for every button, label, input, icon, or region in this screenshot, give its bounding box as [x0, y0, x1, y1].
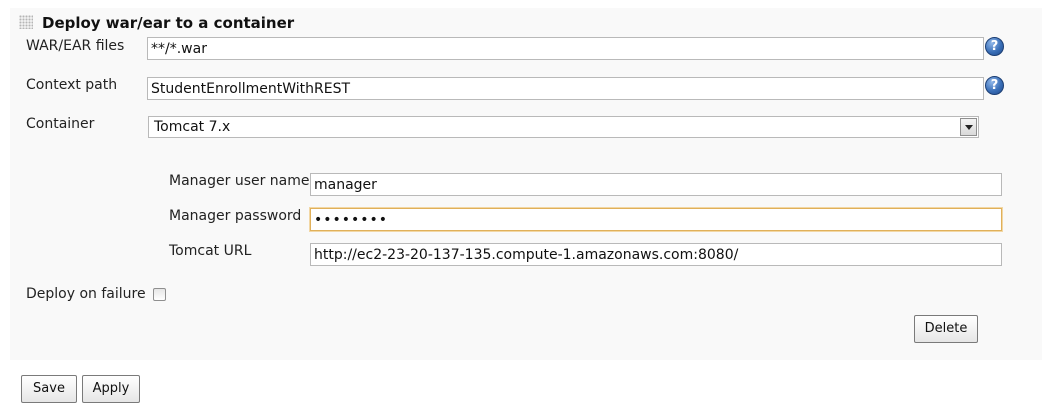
- section-title: Deploy war/ear to a container: [42, 14, 295, 32]
- manager-user-label: Manager user name: [169, 173, 310, 189]
- manager-password-input[interactable]: [310, 208, 1002, 231]
- tomcat-url-input[interactable]: [310, 243, 1002, 266]
- war-files-label: WAR/EAR files: [26, 38, 125, 54]
- context-path-label: Context path: [26, 77, 118, 93]
- manager-user-input[interactable]: [310, 173, 1002, 196]
- manager-password-label: Manager password: [169, 208, 302, 224]
- help-icon[interactable]: ?: [985, 76, 1004, 95]
- deploy-on-failure-label: Deploy on failure: [26, 286, 146, 302]
- dropdown-arrow-icon[interactable]: [960, 118, 977, 136]
- context-path-input[interactable]: [147, 77, 984, 100]
- config-page: Deploy war/ear to a container WAR/EAR fi…: [0, 0, 1048, 411]
- container-selected-value: Tomcat 7.x: [154, 119, 231, 135]
- delete-button[interactable]: Delete: [914, 315, 978, 343]
- container-label: Container: [26, 116, 95, 132]
- drag-handle-icon[interactable]: [19, 15, 33, 29]
- help-icon[interactable]: ?: [985, 37, 1004, 56]
- tomcat-url-label: Tomcat URL: [169, 243, 252, 259]
- save-button[interactable]: Save: [21, 375, 77, 403]
- container-select[interactable]: Tomcat 7.x: [148, 116, 979, 138]
- war-files-input[interactable]: [147, 37, 984, 60]
- deploy-on-failure-checkbox[interactable]: [153, 288, 166, 301]
- apply-button[interactable]: Apply: [82, 375, 140, 403]
